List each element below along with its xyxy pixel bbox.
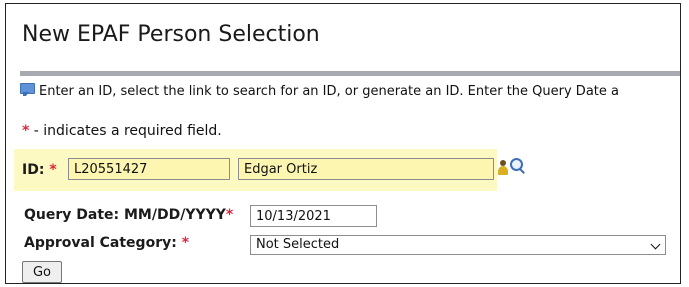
- info-text: Enter an ID, select the link to search f…: [39, 84, 619, 99]
- id-input[interactable]: [68, 158, 230, 180]
- page-title: New EPAF Person Selection: [22, 22, 320, 47]
- person-icon[interactable]: [496, 160, 509, 176]
- approval-category-label: Approval Category: *: [24, 235, 189, 251]
- chevron-down-icon: [650, 239, 661, 250]
- search-icon-handle: [519, 168, 525, 174]
- info-message: Enter an ID, select the link to search f…: [20, 83, 619, 99]
- id-label-text: ID:: [22, 162, 45, 178]
- info-speech-icon: [20, 83, 35, 96]
- go-button[interactable]: Go: [22, 261, 62, 283]
- person-icon-body: [498, 166, 508, 175]
- required-field-note: * - indicates a required field.: [22, 123, 222, 139]
- approval-category-select[interactable]: Not Selected: [250, 235, 666, 255]
- query-date-input[interactable]: [250, 205, 377, 227]
- query-date-label-text: Query Date: MM/DD/YYYY: [24, 207, 226, 223]
- id-label: ID: *: [22, 162, 57, 178]
- search-icon[interactable]: [510, 158, 526, 175]
- approval-category-selected: Not Selected: [256, 237, 340, 252]
- query-date-label: Query Date: MM/DD/YYYY*: [24, 207, 233, 223]
- approval-category-label-text: Approval Category:: [24, 235, 177, 251]
- id-required-marker: *: [49, 162, 57, 178]
- query-date-required-marker: *: [225, 207, 234, 223]
- header-divider: [20, 71, 680, 76]
- approval-category-required-marker: *: [181, 235, 190, 251]
- name-input[interactable]: [238, 158, 494, 180]
- required-note-text: - indicates a required field.: [29, 123, 222, 139]
